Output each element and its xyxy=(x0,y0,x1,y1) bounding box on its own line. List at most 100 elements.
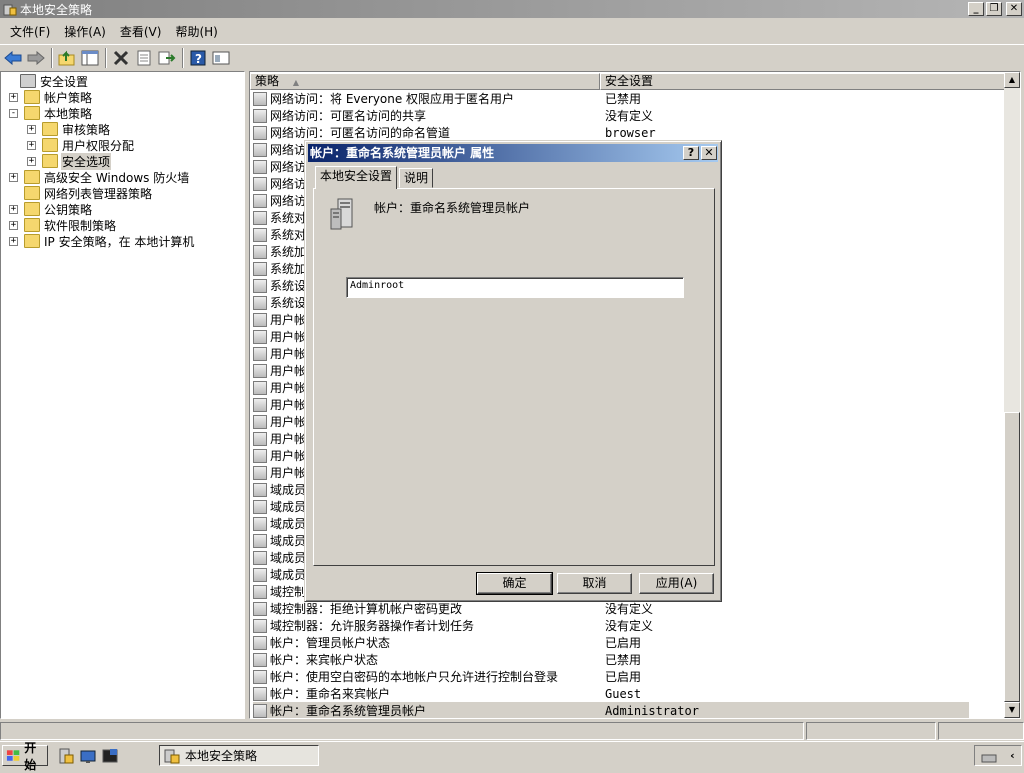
policy-icon xyxy=(253,227,267,242)
tab-explain[interactable]: 说明 xyxy=(399,168,434,188)
expand-icon[interactable]: + xyxy=(9,220,18,230)
expand-icon[interactable]: + xyxy=(27,124,36,134)
policy-icon xyxy=(253,669,267,684)
collapse-icon[interactable]: - xyxy=(9,108,18,118)
scroll-down-button[interactable]: ▼ xyxy=(1004,702,1020,718)
policy-icon xyxy=(253,159,267,174)
tree-node-label: 软件限制策略 xyxy=(44,218,117,233)
policy-icon xyxy=(253,278,267,293)
expand-icon[interactable]: + xyxy=(9,204,18,214)
folder-icon xyxy=(24,234,40,248)
policy-name: 帐户：使用空白密码的本地帐户只允许进行控制台登录 xyxy=(270,670,559,684)
list-header: 策略 ▲ 安全设置 xyxy=(250,73,1005,90)
system-tray: ‹ xyxy=(974,745,1022,766)
restore-button[interactable]: ❐ xyxy=(986,2,1002,16)
tree-node[interactable]: + 软件限制策略 xyxy=(9,217,117,233)
table-row[interactable]: 帐户：重命名来宾帐户 Guest xyxy=(253,685,969,702)
cancel-button[interactable]: 取消 xyxy=(557,573,632,594)
policy-icon xyxy=(253,108,267,123)
account-name-input[interactable]: Adminroot xyxy=(346,277,684,298)
tab-local-security-setting[interactable]: 本地安全设置 xyxy=(315,166,398,189)
network-tray-icon[interactable] xyxy=(981,749,997,763)
tree-node-label: 网络列表管理器策略 xyxy=(44,186,153,201)
expand-icon[interactable]: + xyxy=(9,172,18,182)
policy-icon xyxy=(253,482,267,497)
delete-button[interactable] xyxy=(110,47,132,69)
tree-node[interactable]: 安全设置 xyxy=(5,73,89,89)
start-button[interactable]: 开始 xyxy=(2,741,48,772)
expand-icon[interactable]: + xyxy=(27,156,36,166)
expand-icon[interactable]: + xyxy=(9,92,18,102)
close-button[interactable]: ✕ xyxy=(1006,2,1022,16)
column-header-policy-label: 策略 xyxy=(255,74,280,88)
tree-node[interactable]: + 帐户策略 xyxy=(9,89,93,105)
tree-node[interactable]: + 用户权限分配 xyxy=(27,137,135,153)
policy-setting: 已禁用 xyxy=(605,92,642,106)
menu-view[interactable]: 查看(V) xyxy=(114,21,168,42)
expand-icon[interactable]: + xyxy=(9,236,18,246)
properties-dialog: 帐户：重命名系统管理员帐户 属性 ? ✕ 本地安全设置 说明 帐户：重命名系统管… xyxy=(304,140,722,602)
menu-action[interactable]: 操作(A) xyxy=(58,21,112,42)
server-manager-icon[interactable] xyxy=(58,748,74,764)
table-row[interactable]: 网络访问：可匿名访问的共享 没有定义 xyxy=(253,107,969,124)
forward-icon xyxy=(27,50,45,65)
ok-button[interactable]: 确定 xyxy=(476,572,553,595)
column-header-policy[interactable]: 策略 ▲ xyxy=(250,73,600,90)
scroll-up-button[interactable]: ▲ xyxy=(1004,72,1020,88)
policy-icon xyxy=(253,465,267,480)
tree-node[interactable]: - 本地策略 xyxy=(9,105,93,121)
folder-icon xyxy=(42,122,58,136)
policy-icon xyxy=(253,414,267,429)
tree-node[interactable]: + 高级安全 Windows 防火墙 xyxy=(9,169,190,185)
back-button[interactable] xyxy=(2,47,24,69)
tree-node[interactable]: + 公钥策略 xyxy=(9,201,93,217)
minimize-button[interactable]: _ xyxy=(968,2,984,16)
table-row[interactable]: 帐户：重命名系统管理员帐户 Administrator xyxy=(253,702,969,718)
local-security-policy-icon xyxy=(164,749,180,763)
apply-button[interactable]: 应用(A) xyxy=(639,573,714,594)
forward-button[interactable] xyxy=(25,47,47,69)
policy-icon xyxy=(253,584,267,599)
dialog-close-button[interactable]: ✕ xyxy=(701,146,717,160)
tree-node[interactable]: + IP 安全策略，在 本地计算机 xyxy=(9,233,195,249)
help-button[interactable]: ? xyxy=(187,47,209,69)
taskbar-item-local-security-policy[interactable]: 本地安全策略 xyxy=(159,745,319,766)
policy-icon xyxy=(253,91,267,106)
policy-setting: Guest xyxy=(605,686,642,701)
policy-icon xyxy=(253,210,267,225)
policy-icon xyxy=(253,142,267,157)
up-level-button[interactable] xyxy=(56,47,78,69)
scroll-thumb[interactable] xyxy=(1004,412,1020,702)
export-list-button[interactable] xyxy=(156,47,178,69)
policy-icon xyxy=(253,346,267,361)
show-hide-tree-button[interactable] xyxy=(79,47,101,69)
table-row[interactable]: 帐户：来宾帐户状态 已禁用 xyxy=(253,651,969,668)
expand-tray-icon[interactable]: ‹ xyxy=(1010,749,1015,762)
table-row[interactable]: 网络访问：将 Everyone 权限应用于匿名用户 已禁用 xyxy=(253,90,969,107)
toolbar-separator xyxy=(51,47,53,68)
vertical-scrollbar[interactable]: ▲ ▼ xyxy=(1004,72,1020,718)
command-prompt-icon[interactable] xyxy=(102,748,118,764)
table-row[interactable]: 网络访问：可匿名访问的命名管道 browser xyxy=(253,124,969,141)
policy-setting: 没有定义 xyxy=(605,109,654,123)
table-row[interactable]: 域控制器：允许服务器操作者计划任务 没有定义 xyxy=(253,617,969,634)
policy-icon xyxy=(253,193,267,208)
expand-icon[interactable]: + xyxy=(27,140,36,150)
table-row[interactable]: 帐户：管理员帐户状态 已启用 xyxy=(253,634,969,651)
server-policy-icon xyxy=(330,198,353,230)
table-row[interactable]: 域控制器：拒绝计算机帐户密码更改 没有定义 xyxy=(253,600,969,617)
menu-file[interactable]: 文件(F) xyxy=(4,21,56,42)
dialog-help-button[interactable]: ? xyxy=(683,146,699,160)
view-button[interactable] xyxy=(210,47,232,69)
tree-node[interactable]: + 安全选项 xyxy=(27,152,112,170)
table-row[interactable]: 帐户：使用空白密码的本地帐户只允许进行控制台登录 已启用 xyxy=(253,668,969,685)
sort-ascending-icon: ▲ xyxy=(292,78,299,87)
tree-node[interactable]: 网络列表管理器策略 xyxy=(9,185,153,201)
menu-help[interactable]: 帮助(H) xyxy=(169,21,223,42)
svg-text:?: ? xyxy=(195,52,202,66)
column-header-setting[interactable]: 安全设置 xyxy=(600,73,1005,90)
tree-node[interactable]: + 审核策略 xyxy=(27,121,111,137)
policy-name: 帐户：管理员帐户状态 xyxy=(270,636,391,650)
properties-button[interactable] xyxy=(133,47,155,69)
show-desktop-icon[interactable] xyxy=(80,748,96,764)
